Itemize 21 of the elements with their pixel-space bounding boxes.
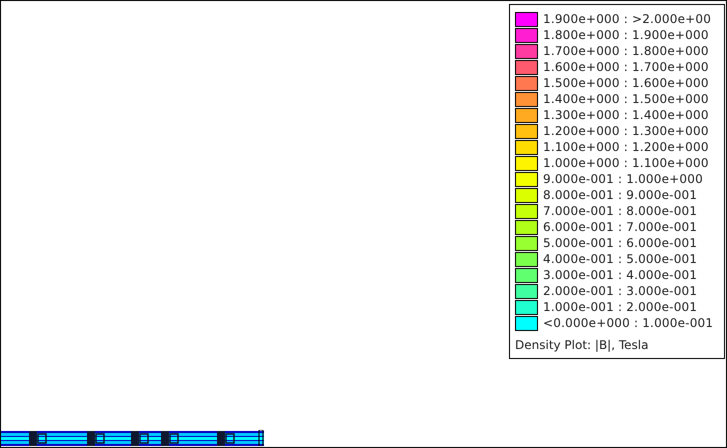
range-label: 1.500e+000 : 1.600e+000 [543,75,709,91]
range-label: 1.400e+000 : 1.500e+000 [543,91,709,107]
range-label: 7.000e-001 : 8.000e-001 [543,203,698,219]
range-label: 5.000e-001 : 6.000e-001 [543,235,698,251]
range-label: 1.700e+000 : 1.800e+000 [543,43,709,59]
range-label: 4.000e-001 : 5.000e-001 [543,251,698,267]
range-label: 1.800e+000 : 1.900e+000 [543,27,709,43]
range-label: 6.000e-001 : 7.000e-001 [543,219,698,235]
range-label: <0.000e+000 : 1.000e-001 [543,315,714,331]
range-label: 8.000e-001 : 9.000e-001 [543,187,698,203]
range-label: 1.000e+000 : 1.100e+000 [543,155,709,171]
range-label: 2.000e-001 : 3.000e-001 [543,283,698,299]
range-label: 3.000e-001 : 4.000e-001 [543,267,698,283]
range-label: 1.600e+000 : 1.700e+000 [543,59,709,75]
range-label: 9.000e-001 : 1.000e+000 [543,171,703,187]
range-label: 1.900e+000 : >2.000e+00 [543,11,712,27]
range-label: 1.300e+000 : 1.400e+000 [543,107,709,123]
range-label: 1.100e+000 : 1.200e+000 [543,139,709,155]
legend-caption: Density Plot: |B|, Tesla [515,338,648,352]
range-label: 1.200e+000 : 1.300e+000 [543,123,709,139]
range-label: 1.000e-001 : 2.000e-001 [543,299,698,315]
